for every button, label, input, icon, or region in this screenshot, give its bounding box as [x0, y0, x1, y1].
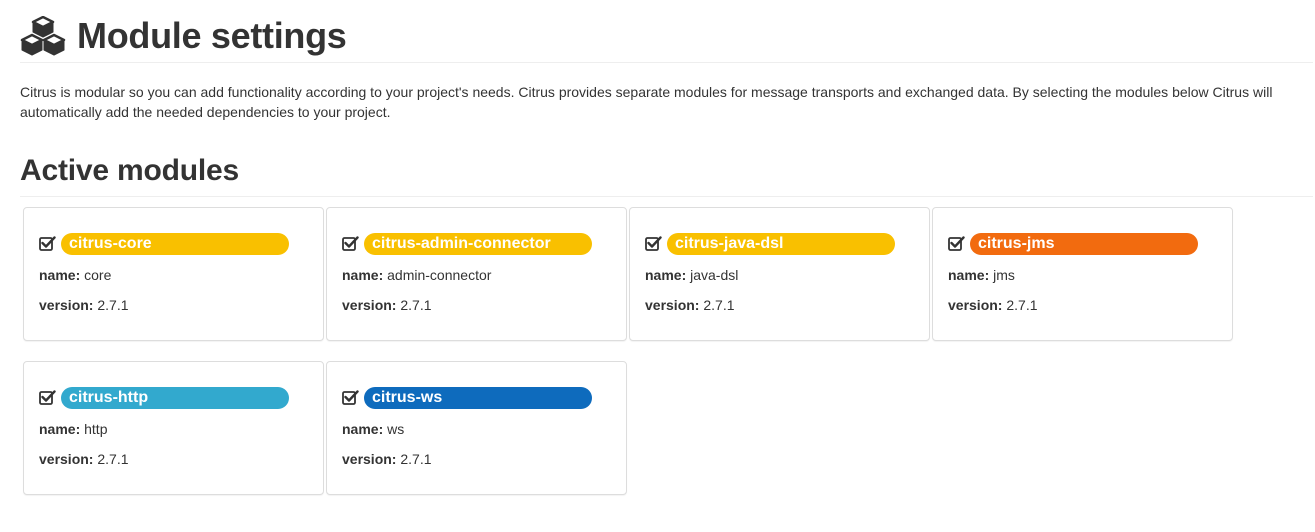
module-label: citrus-jms [970, 233, 1198, 255]
page-header: Module settings [20, 10, 1313, 63]
checked-checkbox-icon[interactable] [39, 235, 56, 252]
module-label: citrus-core [61, 233, 289, 255]
intro-text: Citrus is modular so you can add functio… [20, 84, 1273, 120]
module-name: admin-connector [387, 267, 492, 283]
checked-checkbox-icon[interactable] [342, 235, 359, 252]
module-name-row: name: core [39, 266, 111, 284]
name-label: name: [342, 421, 384, 437]
version-label: version: [342, 451, 397, 467]
module-version: 2.7.1 [97, 297, 129, 313]
module-version: 2.7.1 [97, 451, 129, 467]
module-version: 2.7.1 [400, 451, 432, 467]
module-header: citrus-ws [342, 387, 612, 409]
module-name: java-dsl [690, 267, 739, 283]
module-name-row: name: jms [948, 266, 1015, 284]
checked-checkbox-icon[interactable] [948, 235, 965, 252]
version-label: version: [948, 297, 1003, 313]
version-label: version: [39, 451, 94, 467]
checked-checkbox-icon[interactable] [645, 235, 662, 252]
module-version: 2.7.1 [400, 297, 432, 313]
module-name-row: name: http [39, 420, 107, 438]
module-version: 2.7.1 [1006, 297, 1038, 313]
module-card: citrus-core name: core version: 2.7.1 [23, 207, 324, 341]
module-version: 2.7.1 [703, 297, 735, 313]
active-modules-header: Active modules [20, 150, 1313, 197]
version-label: version: [645, 297, 700, 313]
module-name: http [84, 421, 108, 437]
module-version-row: version: 2.7.1 [39, 450, 129, 468]
checked-checkbox-icon[interactable] [342, 389, 359, 406]
module-label: citrus-ws [364, 387, 592, 409]
module-name-row: name: ws [342, 420, 404, 438]
module-card: citrus-ws name: ws version: 2.7.1 [326, 361, 627, 495]
module-name: jms [993, 267, 1015, 283]
module-name-row: name: java-dsl [645, 266, 738, 284]
version-label: version: [342, 297, 397, 313]
page-title: Module settings [77, 15, 347, 56]
module-header: citrus-http [39, 387, 309, 409]
module-card: citrus-jms name: jms version: 2.7.1 [932, 207, 1233, 341]
name-label: name: [342, 267, 384, 283]
module-version-row: version: 2.7.1 [645, 296, 735, 314]
module-name: core [84, 267, 112, 283]
name-label: name: [948, 267, 990, 283]
module-header: citrus-java-dsl [645, 233, 915, 255]
module-name: ws [387, 421, 405, 437]
module-label: citrus-http [61, 387, 289, 409]
module-version-row: version: 2.7.1 [342, 450, 432, 468]
cubes-icon [20, 16, 66, 56]
section-title: Active modules [20, 154, 239, 187]
module-header: citrus-admin-connector [342, 233, 612, 255]
module-card: citrus-http name: http version: 2.7.1 [23, 361, 324, 495]
name-label: name: [645, 267, 687, 283]
version-label: version: [39, 297, 94, 313]
name-label: name: [39, 421, 81, 437]
module-version-row: version: 2.7.1 [948, 296, 1038, 314]
module-header: citrus-jms [948, 233, 1218, 255]
module-header: citrus-core [39, 233, 309, 255]
module-version-row: version: 2.7.1 [342, 296, 432, 314]
module-version-row: version: 2.7.1 [39, 296, 129, 314]
module-label: citrus-admin-connector [364, 233, 592, 255]
module-label: citrus-java-dsl [667, 233, 895, 255]
module-name-row: name: admin-connector [342, 266, 491, 284]
module-card: citrus-admin-connector name: admin-connec… [326, 207, 627, 341]
name-label: name: [39, 267, 81, 283]
module-card: citrus-java-dsl name: java-dsl version: 2.… [629, 207, 930, 341]
checked-checkbox-icon[interactable] [39, 389, 56, 406]
